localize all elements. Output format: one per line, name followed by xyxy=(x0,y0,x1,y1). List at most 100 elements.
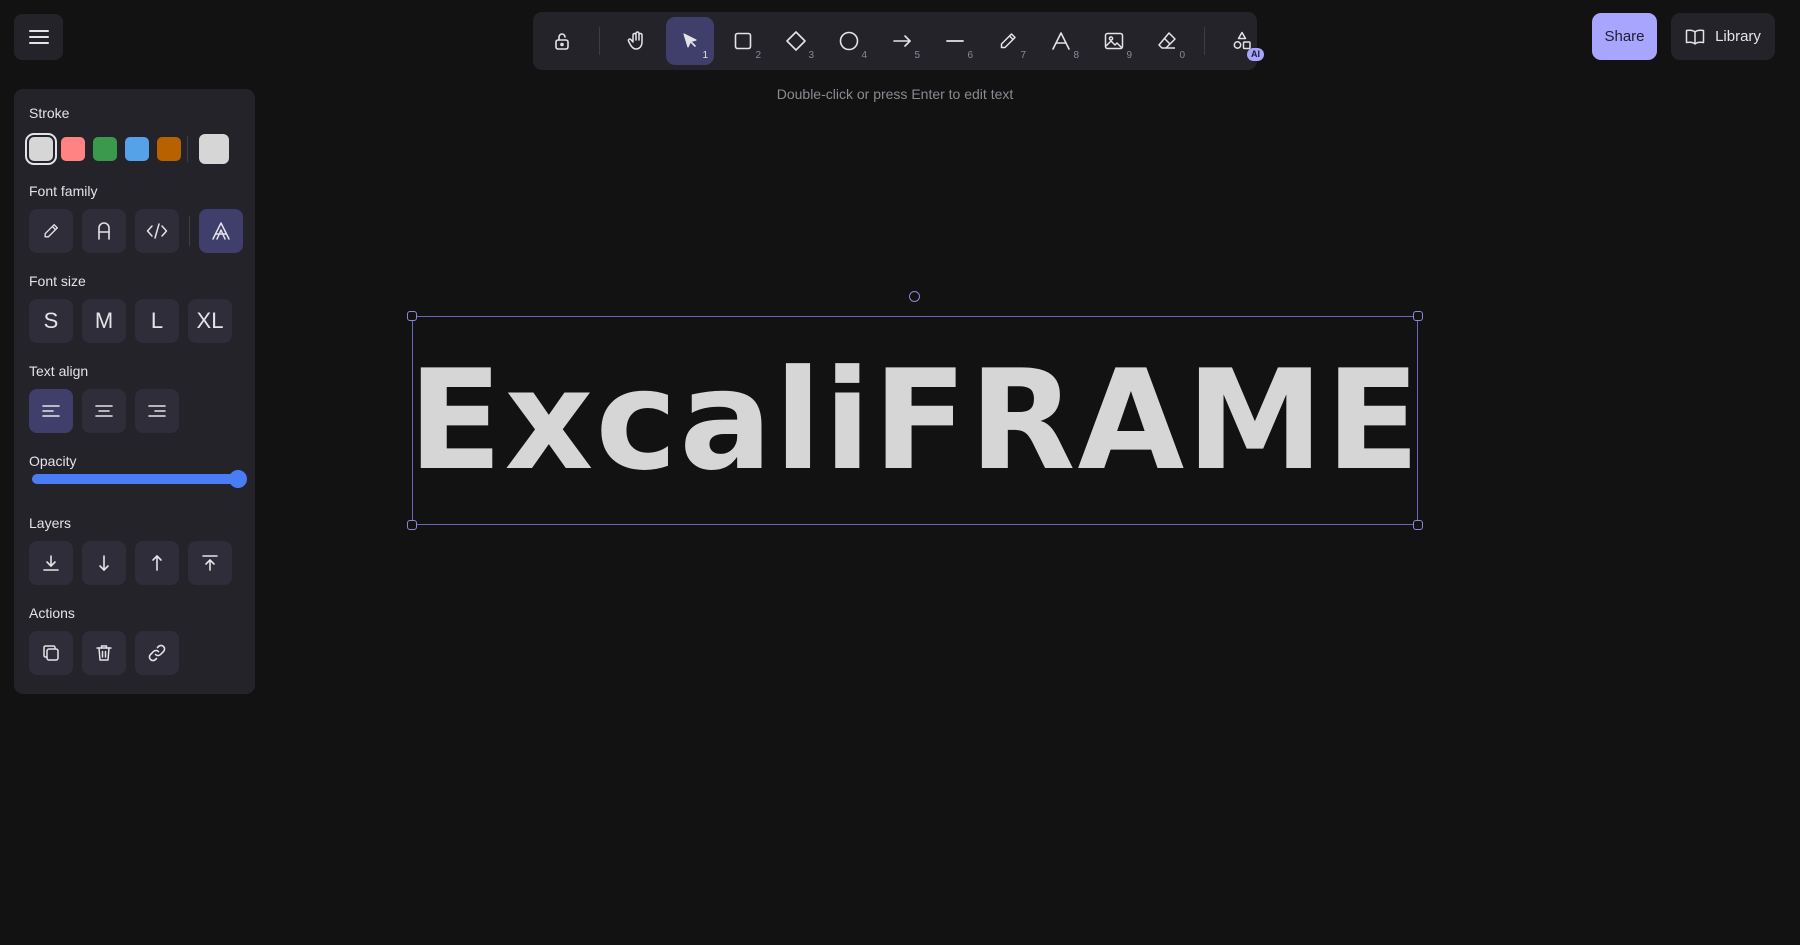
shortcut-key: 9 xyxy=(1126,50,1132,61)
opacity-title: Opacity xyxy=(29,453,77,469)
shapes-toolbar: 1 2 3 4 5 6 7 8 9 0 AI xyxy=(533,12,1264,70)
text-align-options xyxy=(29,389,188,433)
tool-hand[interactable] xyxy=(613,17,661,65)
send-backward-button[interactable] xyxy=(82,541,126,585)
shortcut-key: 7 xyxy=(1020,50,1026,61)
eraser-icon xyxy=(1156,30,1178,52)
font-size-l-button[interactable]: L xyxy=(135,299,179,343)
font-excalifont-button[interactable] xyxy=(199,209,243,253)
text-icon xyxy=(1050,30,1072,52)
send-to-back-button[interactable] xyxy=(29,541,73,585)
opacity-slider-thumb[interactable] xyxy=(229,470,247,488)
toolbar-divider xyxy=(599,27,600,55)
stroke-swatch-orange[interactable] xyxy=(157,137,181,161)
font-normal-icon xyxy=(95,221,113,241)
shortcut-key: 1 xyxy=(702,50,708,61)
delete-button[interactable] xyxy=(82,631,126,675)
stroke-swatch-white[interactable] xyxy=(25,133,57,165)
opacity-slider[interactable] xyxy=(32,470,247,488)
tool-line[interactable]: 6 xyxy=(931,17,979,65)
tool-selection[interactable]: 1 xyxy=(666,17,714,65)
rectangle-icon xyxy=(733,31,753,51)
stroke-color-picker[interactable] xyxy=(199,134,229,164)
excalifont-icon xyxy=(210,220,232,242)
rotation-handle[interactable] xyxy=(909,291,920,302)
font-size-xl-button[interactable]: XL xyxy=(188,299,232,343)
align-right-button[interactable] xyxy=(135,389,179,433)
link-button[interactable] xyxy=(135,631,179,675)
font-size-title: Font size xyxy=(29,273,86,289)
send-to-back-icon xyxy=(42,554,60,572)
bring-to-front-icon xyxy=(201,554,219,572)
shortcut-key: 3 xyxy=(808,50,814,61)
resize-handle-ne[interactable] xyxy=(1413,311,1423,321)
selection-box xyxy=(412,316,1418,525)
font-divider xyxy=(189,216,190,246)
stroke-swatch-blue[interactable] xyxy=(125,137,149,161)
align-right-icon xyxy=(148,404,166,418)
tool-more-tools[interactable]: AI xyxy=(1218,17,1266,65)
font-code-button[interactable] xyxy=(135,209,179,253)
resize-handle-sw[interactable] xyxy=(407,520,417,530)
align-left-button[interactable] xyxy=(29,389,73,433)
align-center-button[interactable] xyxy=(82,389,126,433)
stroke-swatches xyxy=(25,133,229,165)
circle-icon xyxy=(838,30,860,52)
font-family-options xyxy=(29,209,252,253)
duplicate-button[interactable] xyxy=(29,631,73,675)
main-menu-button[interactable] xyxy=(14,14,63,60)
tool-diamond[interactable]: 3 xyxy=(772,17,820,65)
shortcut-key: 8 xyxy=(1073,50,1079,61)
font-hand-drawn-button[interactable] xyxy=(29,209,73,253)
shortcut-key: 6 xyxy=(967,50,973,61)
font-size-m-button[interactable]: M xyxy=(82,299,126,343)
tool-ellipse[interactable]: 4 xyxy=(825,17,873,65)
stroke-swatch-green[interactable] xyxy=(93,137,117,161)
duplicate-icon xyxy=(41,643,61,663)
hand-icon xyxy=(626,30,648,52)
font-size-s-button[interactable]: S xyxy=(29,299,73,343)
image-icon xyxy=(1103,30,1125,52)
pencil-icon xyxy=(42,222,60,240)
library-button[interactable]: Library xyxy=(1671,13,1775,60)
bring-forward-button[interactable] xyxy=(135,541,179,585)
arrow-down-icon xyxy=(95,554,113,572)
tool-eraser[interactable]: 0 xyxy=(1143,17,1191,65)
ai-badge: AI xyxy=(1247,48,1264,61)
shortcut-key: 0 xyxy=(1179,50,1185,61)
unlock-icon xyxy=(552,31,572,51)
align-left-icon xyxy=(42,404,60,418)
properties-panel: Stroke Font family Font size S M L XL Te… xyxy=(14,89,255,694)
pointer-icon xyxy=(680,31,700,51)
resize-handle-se[interactable] xyxy=(1413,520,1423,530)
book-icon xyxy=(1685,28,1705,46)
arrow-up-icon xyxy=(148,554,166,572)
canvas-hint: Double-click or press Enter to edit text xyxy=(776,86,1014,102)
shortcut-key: 4 xyxy=(861,50,867,61)
share-button[interactable]: Share xyxy=(1592,13,1657,60)
font-family-title: Font family xyxy=(29,183,98,199)
swatch-divider xyxy=(187,136,188,162)
diamond-icon xyxy=(785,30,807,52)
tool-image[interactable]: 9 xyxy=(1090,17,1138,65)
trash-icon xyxy=(94,643,114,663)
resize-handle-nw[interactable] xyxy=(407,311,417,321)
excalidraw-app: 1 2 3 4 5 6 7 8 9 0 AI Double-click or p… xyxy=(0,0,1800,945)
tool-arrow[interactable]: 5 xyxy=(878,17,926,65)
tool-rectangle[interactable]: 2 xyxy=(719,17,767,65)
tool-draw[interactable]: 7 xyxy=(984,17,1032,65)
link-icon xyxy=(147,643,167,663)
library-label: Library xyxy=(1715,28,1761,45)
arrow-right-icon xyxy=(891,30,913,52)
tool-lock[interactable] xyxy=(538,17,586,65)
actions-options xyxy=(29,631,188,675)
font-size-options: S M L XL xyxy=(29,299,241,343)
line-icon xyxy=(944,30,966,52)
stroke-swatch-red[interactable] xyxy=(61,137,85,161)
actions-title: Actions xyxy=(29,605,75,621)
bring-to-front-button[interactable] xyxy=(188,541,232,585)
pencil-icon xyxy=(998,31,1018,51)
tool-text[interactable]: 8 xyxy=(1037,17,1085,65)
toolbar-divider xyxy=(1204,27,1205,55)
font-normal-button[interactable] xyxy=(82,209,126,253)
